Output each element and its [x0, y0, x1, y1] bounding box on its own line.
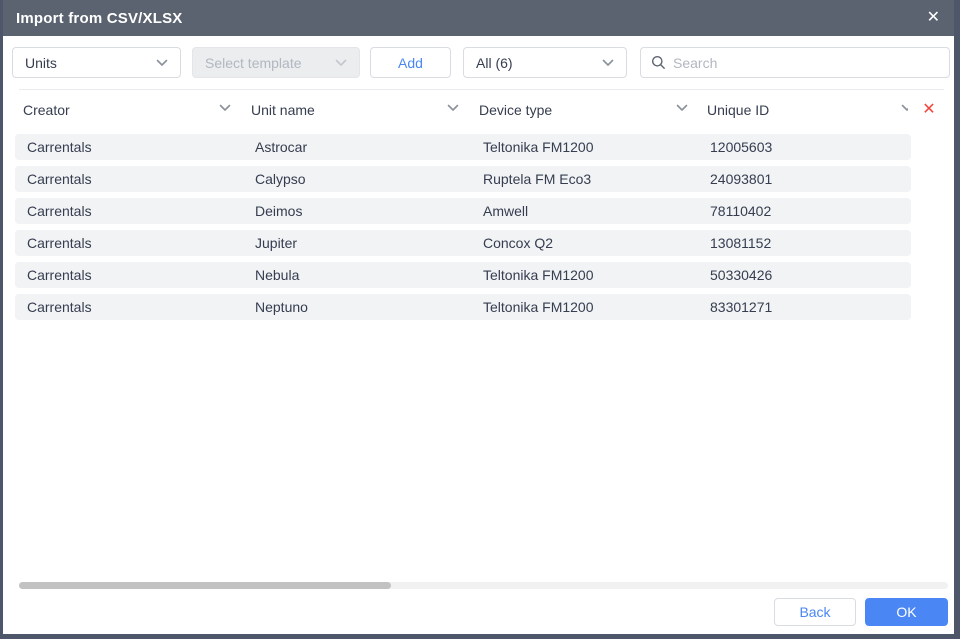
- import-dialog: Import from CSV/XLSX ✕ Units Select temp…: [0, 0, 960, 639]
- column-header-unit-name[interactable]: Unit name: [251, 90, 479, 130]
- import-type-select[interactable]: Units: [12, 47, 181, 78]
- add-button[interactable]: Add: [370, 47, 451, 78]
- cell-unit-name: Astrocar: [255, 134, 307, 160]
- cell-device-type: Ruptela FM Eco3: [483, 166, 591, 192]
- table-row[interactable]: Carrentals Astrocar Teltonika FM1200 120…: [15, 134, 911, 160]
- table-row[interactable]: Carrentals Nebula Teltonika FM1200 50330…: [15, 262, 911, 288]
- dialog-footer: Back OK: [3, 590, 954, 634]
- cell-device-type: Teltonika FM1200: [483, 134, 594, 160]
- cell-unique-id: 78110402: [710, 198, 771, 224]
- column-header-unique-id[interactable]: Unique ID: [707, 90, 917, 130]
- column-label: Creator: [23, 102, 70, 118]
- filter-select[interactable]: All (6): [463, 47, 627, 78]
- cell-unique-id: 83301271: [710, 294, 772, 320]
- back-button-label: Back: [799, 604, 830, 620]
- template-select[interactable]: Select template: [192, 47, 360, 78]
- cell-creator: Carrentals: [27, 198, 92, 224]
- cell-creator: Carrentals: [27, 262, 92, 288]
- dialog-title: Import from CSV/XLSX: [16, 10, 183, 27]
- close-icon[interactable]: ✕: [923, 8, 944, 28]
- chevron-down-icon[interactable]: [219, 104, 231, 112]
- back-button[interactable]: Back: [774, 598, 856, 626]
- template-select-placeholder: Select template: [205, 55, 302, 71]
- cell-creator: Carrentals: [27, 166, 92, 192]
- add-button-label: Add: [398, 55, 423, 71]
- cell-device-type: Teltonika FM1200: [483, 262, 594, 288]
- column-label: Unit name: [251, 102, 315, 118]
- chevron-down-icon: [335, 59, 347, 67]
- table-row[interactable]: Carrentals Calypso Ruptela FM Eco3 24093…: [15, 166, 911, 192]
- horizontal-scrollbar-track[interactable]: [19, 582, 948, 589]
- table-row[interactable]: Carrentals Deimos Amwell 78110402: [15, 198, 911, 224]
- cell-device-type: Concox Q2: [483, 230, 553, 256]
- cell-device-type: Amwell: [483, 198, 528, 224]
- cell-creator: Carrentals: [27, 230, 92, 256]
- remove-column-icon[interactable]: ✕: [916, 96, 942, 122]
- filter-select-value: All (6): [476, 55, 513, 71]
- chevron-down-icon: [602, 59, 614, 67]
- column-label: Device type: [479, 102, 552, 118]
- chevron-down-icon: [156, 59, 168, 67]
- table-header: Creator Unit name Device type Unique ID …: [3, 90, 954, 130]
- ok-button-label: OK: [896, 604, 916, 620]
- search-field[interactable]: [640, 47, 950, 78]
- table-row[interactable]: Carrentals Neptuno Teltonika FM1200 8330…: [15, 294, 911, 320]
- cell-unit-name: Jupiter: [255, 230, 297, 256]
- toolbar: Units Select template Add All (6): [12, 47, 950, 78]
- chevron-down-icon[interactable]: [447, 104, 459, 112]
- cell-unit-name: Calypso: [255, 166, 306, 192]
- chevron-down-icon[interactable]: [676, 104, 688, 112]
- ok-button[interactable]: OK: [865, 598, 948, 626]
- cell-unique-id: 13081152: [710, 230, 771, 256]
- cell-creator: Carrentals: [27, 134, 92, 160]
- search-input[interactable]: [673, 55, 939, 71]
- dialog-header: Import from CSV/XLSX ✕: [0, 0, 960, 36]
- cell-unit-name: Nebula: [255, 262, 299, 288]
- units-table: Carrentals Astrocar Teltonika FM1200 120…: [15, 134, 911, 326]
- cell-unique-id: 50330426: [710, 262, 772, 288]
- cell-creator: Carrentals: [27, 294, 92, 320]
- import-type-value: Units: [25, 55, 57, 71]
- column-header-device-type[interactable]: Device type: [479, 90, 707, 130]
- search-icon: [651, 55, 666, 70]
- cell-device-type: Teltonika FM1200: [483, 294, 594, 320]
- column-header-creator[interactable]: Creator: [23, 90, 251, 130]
- table-row[interactable]: Carrentals Jupiter Concox Q2 13081152: [15, 230, 911, 256]
- cell-unit-name: Neptuno: [255, 294, 308, 320]
- horizontal-scrollbar-thumb[interactable]: [19, 582, 391, 589]
- column-label: Unique ID: [707, 102, 769, 118]
- chevron-down-icon-clipped[interactable]: [901, 104, 908, 112]
- cell-unique-id: 12005603: [710, 134, 772, 160]
- cell-unit-name: Deimos: [255, 198, 302, 224]
- cell-unique-id: 24093801: [710, 166, 772, 192]
